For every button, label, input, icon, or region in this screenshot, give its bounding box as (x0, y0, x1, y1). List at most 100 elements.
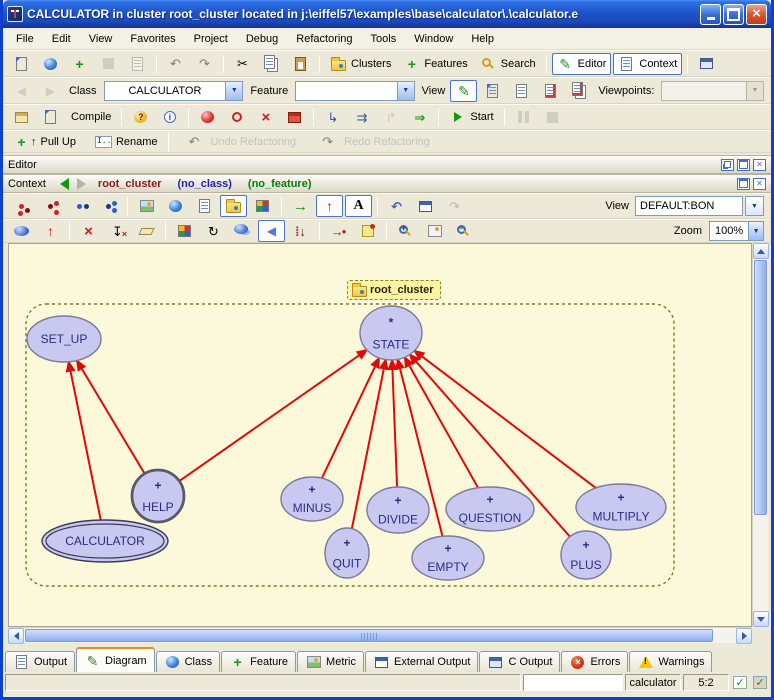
editor-toggle-button[interactable]: Editor (552, 53, 612, 75)
root-cluster-label[interactable]: root_cluster (347, 280, 441, 300)
editor-maximize-button[interactable] (737, 159, 750, 171)
fill-color-button[interactable] (171, 220, 198, 242)
external-commands-button[interactable] (693, 53, 720, 75)
stop-debug-button[interactable] (539, 106, 566, 128)
zoom-in-button[interactable]: + (392, 220, 419, 242)
menu-tools[interactable]: Tools (362, 31, 406, 47)
context-cluster-link[interactable]: root_cluster (98, 178, 162, 190)
inheritance-arrow-help-state[interactable] (179, 350, 367, 481)
cluster-view-button[interactable] (220, 195, 247, 217)
run-to-cursor-button[interactable] (406, 106, 433, 128)
context-maximize-button[interactable] (737, 178, 750, 190)
context-feature-link[interactable]: (no_feature) (248, 178, 312, 190)
inheritance-arrow-calculator-set_up[interactable] (69, 362, 101, 520)
uml-view-button[interactable] (162, 195, 189, 217)
diagram-history-button[interactable] (412, 195, 439, 217)
client-links-button[interactable] (37, 195, 64, 217)
feature-combobox-dropdown-icon[interactable] (397, 82, 414, 100)
scroll-down-button[interactable] (753, 611, 769, 627)
check-button[interactable] (127, 106, 154, 128)
context-forward-button[interactable] (73, 176, 90, 192)
start-button[interactable]: Start (444, 106, 498, 128)
step-into-button[interactable] (319, 106, 346, 128)
compile-button[interactable]: Compile (66, 108, 116, 126)
diagram-node-help[interactable]: +HELP (132, 470, 184, 522)
pin-note-button[interactable] (354, 220, 381, 242)
context-back-button[interactable] (56, 176, 73, 192)
minimize-button[interactable] (700, 4, 721, 25)
history-forward-button[interactable] (37, 80, 64, 102)
tree-layout-button[interactable] (287, 220, 314, 242)
info-button[interactable] (156, 106, 183, 128)
cluster-color-button[interactable] (249, 195, 276, 217)
pull-up-button[interactable]: Pull Up (8, 131, 81, 153)
diagram-node-set_up[interactable]: SET_UP (27, 316, 101, 362)
stop-process-button[interactable] (95, 53, 122, 75)
save-button[interactable] (124, 53, 151, 75)
diagram-node-minus[interactable]: +MINUS (281, 477, 343, 521)
delete-button[interactable] (75, 220, 102, 242)
maximize-button[interactable] (723, 4, 744, 25)
view-flat-contract-button[interactable] (566, 80, 593, 102)
menu-edit[interactable]: Edit (43, 31, 80, 47)
diagram-undo-button[interactable] (383, 195, 410, 217)
scroll-left-button[interactable] (8, 628, 24, 644)
client-supplier-toggle-button[interactable] (287, 195, 314, 217)
features-button[interactable]: Features (398, 53, 472, 75)
diagram-canvas[interactable]: SET_UP *STATE +HELPCALCULATOR +MINUS +QUIT+D… (8, 243, 752, 627)
debug-window-button[interactable] (281, 106, 308, 128)
new-inheritance-tool-button[interactable] (37, 220, 64, 242)
history-back-button[interactable] (8, 80, 35, 102)
vertical-scrollbar[interactable] (752, 243, 768, 627)
tab-diagram[interactable]: Diagram (76, 647, 155, 672)
menu-file[interactable]: File (7, 31, 43, 47)
menu-view[interactable]: View (80, 31, 122, 47)
rotate-button[interactable] (200, 220, 227, 242)
view-contract-button[interactable] (537, 80, 564, 102)
horizontal-scrollbar[interactable] (8, 627, 752, 643)
diagram-node-state[interactable]: *STATE (360, 306, 422, 360)
step-over-button[interactable] (348, 106, 375, 128)
clusters-button[interactable]: Clusters (325, 53, 396, 75)
melt-button[interactable] (8, 106, 35, 128)
diagram-redo-button[interactable] (441, 195, 468, 217)
scroll-track[interactable] (753, 516, 768, 611)
diagram-node-divide[interactable]: +DIVIDE (367, 487, 429, 533)
inheritance-toggle-button[interactable] (316, 195, 343, 217)
horizontal-scroll-thumb[interactable] (25, 629, 713, 642)
view-flat-button[interactable] (479, 80, 506, 102)
feature-combobox[interactable] (295, 81, 414, 101)
tab-errors[interactable]: Errors (561, 651, 628, 672)
new-window-button[interactable] (8, 53, 35, 75)
viewpoints-combobox[interactable] (661, 81, 764, 101)
inheritance-arrow-multiply-state[interactable] (414, 351, 595, 488)
tab-metric[interactable]: Metric (297, 651, 364, 672)
diagram-node-calculator[interactable]: CALCULATOR (42, 520, 168, 562)
rename-button[interactable]: Rename (90, 131, 163, 153)
menu-window[interactable]: Window (405, 31, 462, 47)
tab-feature[interactable]: Feature (221, 651, 296, 672)
undo-refactoring-button[interactable]: Undo Refactoring (181, 131, 306, 153)
freeze-button[interactable] (37, 106, 64, 128)
undo-button[interactable] (162, 53, 189, 75)
uml-class-button[interactable] (191, 195, 218, 217)
vertical-scroll-thumb[interactable] (754, 260, 767, 515)
supplier-links-button[interactable] (8, 195, 35, 217)
diagram-view-dropdown-button[interactable] (745, 196, 764, 216)
view-clickable-button[interactable] (508, 80, 535, 102)
menu-favorites[interactable]: Favorites (121, 31, 184, 47)
ancestor-links-button[interactable] (66, 195, 93, 217)
pause-button[interactable] (510, 106, 537, 128)
menu-debug[interactable]: Debug (237, 31, 287, 47)
new-class-tool-button[interactable] (8, 220, 35, 242)
editor-close-button[interactable] (753, 159, 766, 171)
open-project-button[interactable] (37, 53, 64, 75)
diagram-view-field[interactable]: DEFAULT:BON (635, 196, 743, 216)
context-class-link[interactable]: (no_class) (178, 178, 232, 190)
cut-button[interactable] (229, 53, 256, 75)
force-layout-button[interactable] (258, 220, 285, 242)
tab-external-output[interactable]: External Output (365, 651, 478, 672)
run-no-breakpoints-button[interactable] (223, 106, 250, 128)
diagram-node-plus[interactable]: +PLUS (561, 531, 611, 579)
diagram-node-quit[interactable]: +QUIT (325, 528, 369, 578)
